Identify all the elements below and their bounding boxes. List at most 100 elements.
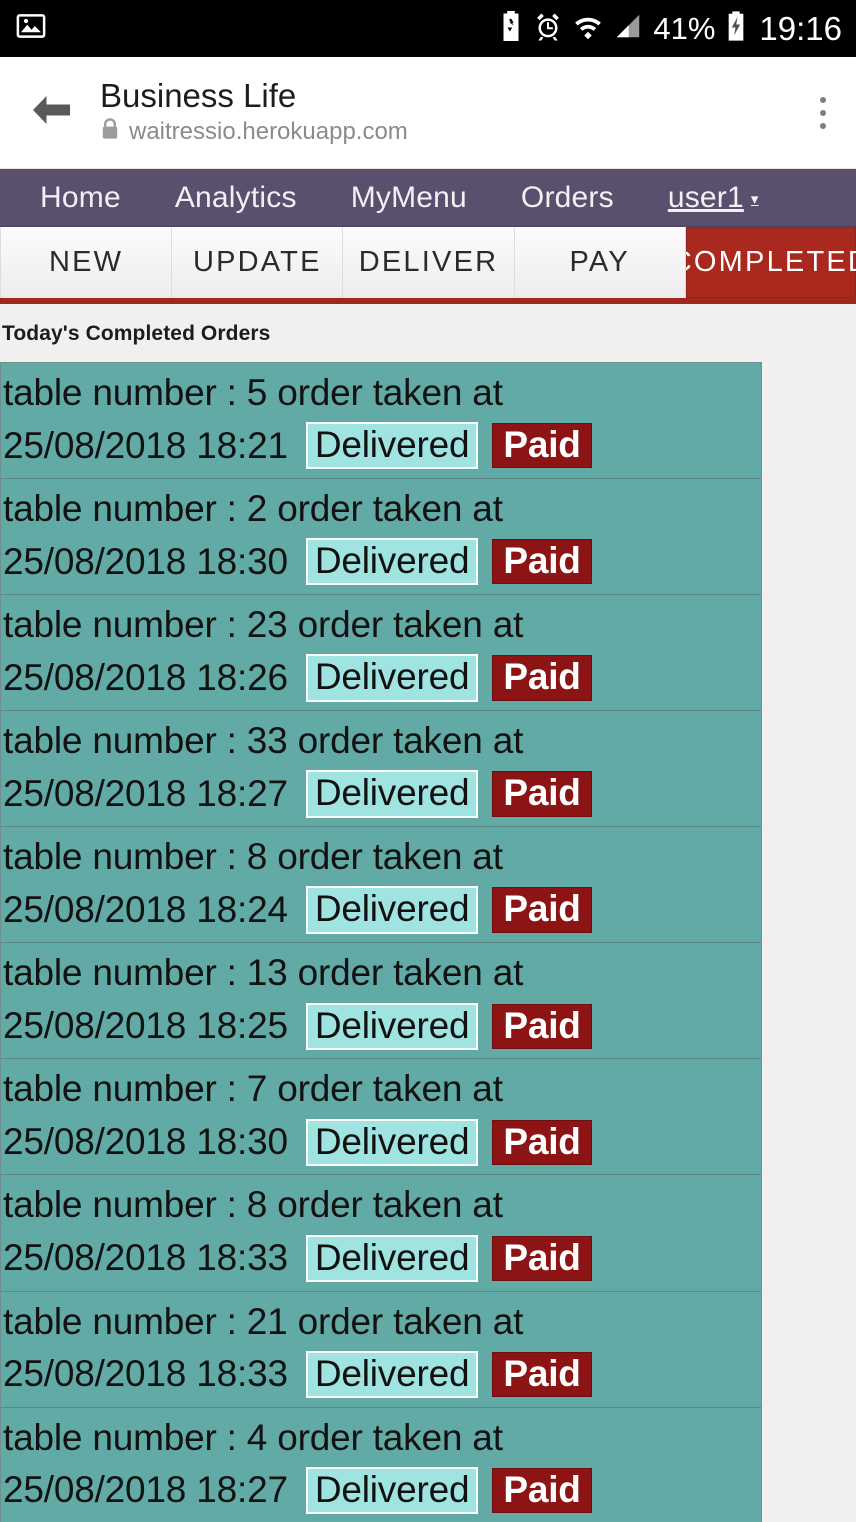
battery-percent-label: 41% <box>653 11 716 46</box>
order-row[interactable]: table number : 23 order taken at 25/08/20… <box>1 595 761 712</box>
nav-item-home[interactable]: Home <box>40 183 121 213</box>
order-timestamp: 25/08/2018 18:24 <box>3 888 288 930</box>
order-row[interactable]: table number : 13 order taken at 25/08/20… <box>1 943 761 1060</box>
status-bar-system-icons: 41% 19:16 <box>499 11 842 46</box>
delivered-badge[interactable]: Delivered <box>305 1002 479 1050</box>
page-content: Today's Completed Orders table number : … <box>0 304 856 1522</box>
order-meta-row: 25/08/2018 18:24 Delivered Paid <box>3 884 761 937</box>
order-row[interactable]: table number : 2 order taken at 25/08/201… <box>1 479 761 596</box>
order-stage-tabs: NEW UPDATE DELIVER PAY COMPLETED <box>0 227 856 304</box>
order-description: table number : 13 order taken at <box>3 952 524 994</box>
paid-badge[interactable]: Paid <box>492 887 592 933</box>
delivered-badge[interactable]: Delivered <box>305 538 479 586</box>
lock-icon <box>100 117 120 146</box>
order-meta-row: 25/08/2018 18:26 Delivered Paid <box>3 652 761 705</box>
order-description: table number : 23 order taken at <box>3 604 524 646</box>
paid-badge[interactable]: Paid <box>492 1119 592 1165</box>
order-timestamp: 25/08/2018 18:21 <box>3 424 288 466</box>
wifi-icon <box>573 11 603 46</box>
order-timestamp: 25/08/2018 18:30 <box>3 540 288 582</box>
order-meta-row: 25/08/2018 18:27 Delivered Paid <box>3 1464 761 1517</box>
order-description: table number : 2 order taken at <box>3 488 503 530</box>
paid-badge[interactable]: Paid <box>492 539 592 585</box>
android-status-bar: 41% 19:16 <box>0 0 856 57</box>
overflow-menu-icon[interactable] <box>820 96 834 129</box>
nav-item-analytics[interactable]: Analytics <box>175 183 297 213</box>
user-label: user1 <box>667 181 744 214</box>
order-description: table number : 5 order taken at <box>3 372 503 413</box>
order-meta-row: 25/08/2018 18:30 Delivered Paid <box>3 536 761 589</box>
order-description: table number : 21 order taken at <box>3 1300 524 1342</box>
paid-badge[interactable]: Paid <box>492 771 592 817</box>
section-heading: Today's Completed Orders <box>2 322 271 345</box>
delivered-badge[interactable]: Delivered <box>305 654 479 702</box>
order-meta-row: 25/08/2018 18:33 Delivered Paid <box>3 1232 761 1285</box>
site-identity: Business Life waitressio.herokuapp.com <box>100 76 408 147</box>
delivered-badge[interactable]: Delivered <box>305 422 479 470</box>
paid-badge[interactable]: Paid <box>492 1235 592 1281</box>
order-description: table number : 4 order taken at <box>3 1416 503 1458</box>
back-arrow-icon <box>29 93 73 132</box>
battery-saver-icon <box>499 11 523 46</box>
battery-charging-icon <box>725 11 747 46</box>
nav-item-orders[interactable]: Orders <box>521 183 614 213</box>
paid-badge[interactable]: Paid <box>492 1467 592 1513</box>
status-bar-notifications <box>16 11 46 46</box>
order-row[interactable]: table number : 21 order taken at 25/08/20… <box>1 1291 761 1408</box>
paid-badge[interactable]: Paid <box>492 423 592 469</box>
order-timestamp: 25/08/2018 18:26 <box>3 656 288 698</box>
menu-dot <box>820 122 826 129</box>
order-timestamp: 25/08/2018 18:30 <box>3 1120 288 1162</box>
order-meta-row: 25/08/2018 18:21 Delivered Paid <box>3 420 761 473</box>
chevron-down-icon: ▾ <box>750 190 759 208</box>
order-meta-row: 25/08/2018 18:27 Delivered Paid <box>3 768 761 821</box>
order-timestamp: 25/08/2018 18:33 <box>3 1236 288 1278</box>
order-row[interactable]: table number : 8 order taken at 25/08/201… <box>1 1175 761 1292</box>
signal-icon <box>613 11 643 46</box>
delivered-badge[interactable]: Delivered <box>305 1234 479 1282</box>
phone-screen: 41% 19:16 Business Life waitressio.herok… <box>0 0 856 1522</box>
tab-completed[interactable]: COMPLETED <box>685 227 856 298</box>
order-timestamp: 25/08/2018 18:25 <box>3 1004 288 1046</box>
menu-dot <box>820 96 826 103</box>
back-button[interactable] <box>26 93 76 132</box>
delivered-badge[interactable]: Delivered <box>305 1466 479 1514</box>
order-timestamp: 25/08/2018 18:27 <box>3 772 288 814</box>
order-row[interactable]: table number : 4 order taken at 25/08/201… <box>1 1407 761 1522</box>
order-row[interactable]: table number : 33 order taken at 25/08/20… <box>1 711 761 828</box>
nav-item-mymenu[interactable]: MyMenu <box>351 183 467 213</box>
tab-new[interactable]: NEW <box>0 227 173 298</box>
status-bar-clock: 19:16 <box>759 10 842 47</box>
delivered-badge[interactable]: Delivered <box>305 886 479 934</box>
paid-badge[interactable]: Paid <box>492 1351 592 1397</box>
order-timestamp: 25/08/2018 18:27 <box>3 1469 288 1511</box>
delivered-badge[interactable]: Delivered <box>305 770 479 818</box>
order-meta-row: 25/08/2018 18:30 Delivered Paid <box>3 1116 761 1169</box>
tab-update[interactable]: UPDATE <box>172 227 344 298</box>
order-description: table number : 8 order taken at <box>3 1184 503 1226</box>
order-row[interactable]: table number : 8 order taken at 25/08/201… <box>1 827 761 944</box>
order-description: table number : 33 order taken at <box>3 720 524 762</box>
order-row[interactable]: table number : 5 order taken at 25/08/201… <box>1 363 761 480</box>
order-timestamp: 25/08/2018 18:33 <box>3 1353 288 1395</box>
url-row[interactable]: waitressio.herokuapp.com <box>100 117 408 146</box>
delivered-badge[interactable]: Delivered <box>305 1118 479 1166</box>
paid-badge[interactable]: Paid <box>492 655 592 701</box>
url-label: waitressio.herokuapp.com <box>129 117 408 145</box>
order-description: table number : 7 order taken at <box>3 1068 503 1110</box>
order-meta-row: 25/08/2018 18:33 Delivered Paid <box>3 1348 761 1401</box>
tab-pay[interactable]: PAY <box>514 227 686 298</box>
page-title: Business Life <box>100 76 297 114</box>
order-description: table number : 8 order taken at <box>3 836 503 878</box>
alarm-clock-icon <box>533 11 563 46</box>
completed-orders-list: table number : 5 order taken at 25/08/201… <box>0 362 762 1522</box>
image-icon <box>16 11 46 46</box>
nav-item-user-menu[interactable]: user1 ▾ <box>668 183 759 213</box>
menu-dot <box>820 109 826 116</box>
tab-deliver[interactable]: DELIVER <box>343 227 515 298</box>
delivered-badge[interactable]: Delivered <box>305 1350 479 1398</box>
order-meta-row: 25/08/2018 18:25 Delivered Paid <box>3 1000 761 1053</box>
order-row[interactable]: table number : 7 order taken at 25/08/201… <box>1 1059 761 1176</box>
paid-badge[interactable]: Paid <box>492 1003 592 1049</box>
app-navbar: Home Analytics MyMenu Orders user1 ▾ <box>0 169 856 227</box>
